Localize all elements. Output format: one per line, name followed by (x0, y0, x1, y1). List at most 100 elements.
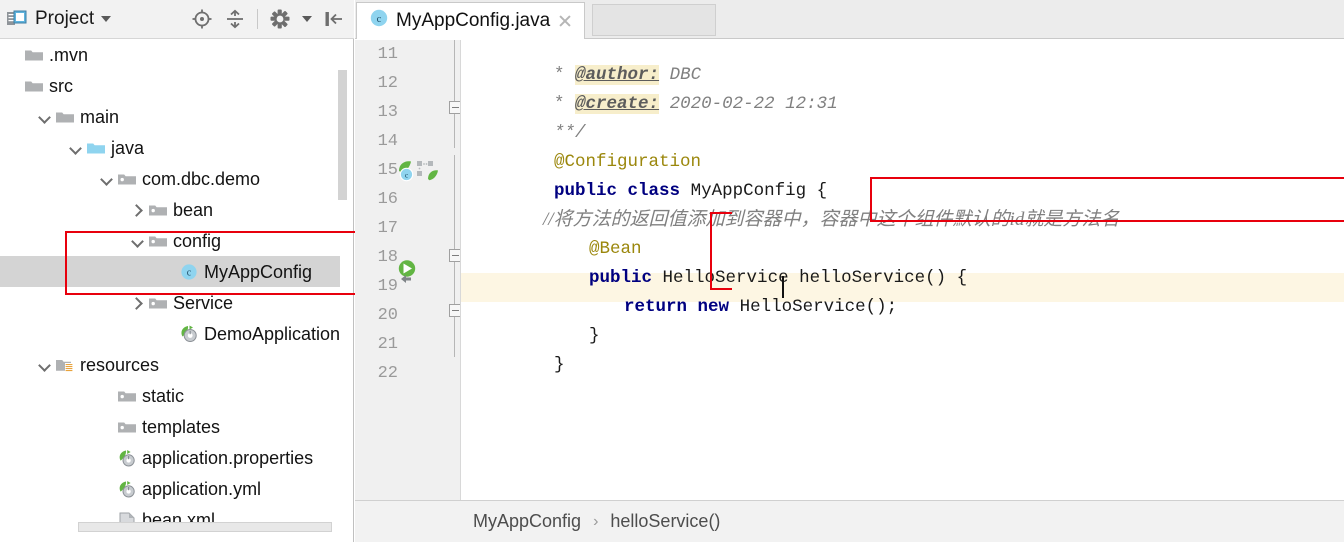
tree-item-label: static (142, 385, 185, 406)
breadcrumb-class[interactable]: MyAppConfig (473, 511, 581, 532)
line-number: 12 (377, 74, 398, 93)
chevron-down-icon[interactable] (101, 16, 112, 22)
tree-item-resources[interactable]: resources (0, 349, 340, 380)
chevron-right-icon[interactable] (130, 202, 146, 218)
tree-item-label: templates (142, 416, 221, 437)
collapse-all-icon[interactable] (224, 8, 246, 30)
spring-file-icon (117, 479, 137, 499)
breadcrumb-separator-icon: › (593, 512, 599, 530)
folder-grey-icon (55, 107, 75, 127)
tree-item-label: .mvn (49, 44, 89, 65)
line-number: 18 (377, 248, 398, 267)
project-tree-horizontal-scrollbar[interactable] (78, 522, 332, 532)
line-number: 20 (377, 306, 398, 325)
package-icon (117, 169, 137, 189)
project-toolbar: Project (0, 0, 354, 39)
folder-blue-icon (86, 138, 106, 158)
method-close-brace: } (589, 326, 600, 346)
chevron-down-icon[interactable] (68, 140, 84, 156)
javadoc-create-tag: @create: (575, 94, 660, 114)
tree-item-label: java (111, 137, 145, 158)
line-number: 22 (377, 364, 398, 383)
tree-item-label: bean (173, 199, 214, 220)
close-icon[interactable] (557, 13, 573, 29)
tree-item-label: main (80, 106, 120, 127)
keyword-return-new: return new (624, 297, 730, 317)
fold-region-line (454, 317, 455, 357)
tab-myappconfig-java[interactable]: c MyAppConfig.java (356, 2, 586, 39)
tree-item-static[interactable]: static (0, 380, 340, 411)
tree-item-demoapplication[interactable]: DemoApplication (0, 318, 340, 349)
text-caret (782, 276, 784, 298)
project-panel: Project .mvn src main java com.dbc.demo … (0, 0, 371, 542)
tree-item-src[interactable]: src (0, 70, 340, 101)
tree-item-service[interactable]: Service (0, 287, 340, 318)
tree-item-bean[interactable]: bean (0, 194, 340, 225)
tree-item-label: application.yml (142, 478, 262, 499)
class-close-brace: } (554, 355, 565, 375)
tree-item-main[interactable]: main (0, 101, 340, 132)
project-panel-icon (6, 8, 28, 30)
editor-tab-bar: c MyAppConfig.java (355, 0, 1344, 39)
locate-target-icon[interactable] (191, 8, 213, 30)
ide-window: Project .mvn src main java com.dbc.demo … (0, 0, 1344, 542)
code-content[interactable]: * @author: DBC * @create: 2020-02-22 12:… (460, 40, 1344, 500)
tree-item-label: config (173, 230, 222, 251)
settings-chevron-down-icon[interactable] (302, 16, 312, 22)
settings-gear-icon[interactable] (269, 8, 291, 30)
line-number: 19 (377, 277, 398, 296)
breadcrumb-method[interactable]: helloService() (610, 511, 720, 532)
resources-folder-icon (55, 355, 75, 375)
tree-item-templates[interactable]: templates (0, 411, 340, 442)
tree-item-label: DemoApplication (204, 323, 340, 344)
svg-text:c: c (377, 14, 382, 25)
package-icon (117, 417, 137, 437)
spring-bean-navigate-icon[interactable] (397, 259, 423, 288)
line-number: 11 (377, 45, 398, 64)
editor-gutter[interactable]: 11 12 13 14 15 16 17 18 19 20 21 22 c (355, 40, 460, 500)
project-tree[interactable]: .mvn src main java com.dbc.demo bean config c My… (0, 39, 340, 526)
package-icon (148, 200, 168, 220)
tree-item-java[interactable]: java (0, 132, 340, 163)
tree-item-label: com.dbc.demo (142, 168, 261, 189)
tree-item-myappconfig[interactable]: c MyAppConfig (0, 256, 340, 287)
editor-area: c MyAppConfig.java 11 12 13 14 15 16 17 18 19 20 2… (355, 0, 1344, 542)
package-icon (148, 293, 168, 313)
chevron-down-icon[interactable] (130, 233, 146, 249)
line-number: 14 (377, 132, 398, 151)
folder-grey-icon (24, 76, 44, 96)
project-panel-title: Project (35, 8, 95, 29)
line-number: 21 (377, 335, 398, 354)
line-number: 16 (377, 190, 398, 209)
tab-label: MyAppConfig.java (396, 10, 551, 31)
folder-grey-icon (24, 45, 44, 65)
package-icon (148, 231, 168, 251)
tree-item-label: src (49, 75, 73, 96)
chevron-down-icon[interactable] (99, 171, 115, 187)
tree-item-application-yml[interactable]: application.yml (0, 473, 340, 504)
tree-item--mvn[interactable]: .mvn (0, 39, 340, 70)
tree-item-label: Service (173, 292, 234, 313)
tree-item-config[interactable]: config (0, 225, 340, 256)
java-class-icon: c (179, 262, 199, 282)
tab-placeholder (592, 4, 716, 36)
tree-item-application-properties[interactable]: application.properties (0, 442, 340, 473)
spring-bean-class-icon[interactable]: c (397, 159, 439, 188)
tree-item-com-dbc-demo[interactable]: com.dbc.demo (0, 163, 340, 194)
hide-panel-icon[interactable] (323, 8, 345, 30)
project-tree-vertical-scrollbar[interactable] (338, 70, 347, 200)
chevron-down-icon[interactable] (37, 109, 53, 125)
spring-boot-class-icon (179, 324, 199, 344)
breadcrumb: MyAppConfig › helloService() (355, 500, 1344, 542)
spring-file-icon (117, 448, 137, 468)
code-folding-gutter[interactable] (449, 40, 462, 500)
tree-item-label: application.properties (142, 447, 314, 468)
chevron-down-icon[interactable] (37, 357, 53, 373)
tree-item-label: resources (80, 354, 160, 375)
chevron-right-icon[interactable] (130, 295, 146, 311)
